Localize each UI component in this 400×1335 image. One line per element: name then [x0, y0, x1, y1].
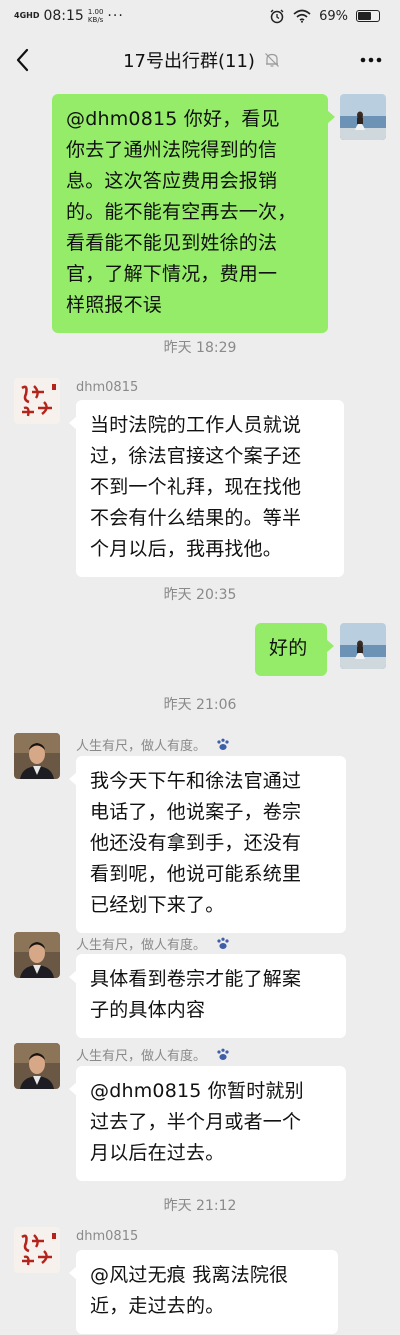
- chat-header: 17号出行群(11): [0, 32, 400, 88]
- sender-name: 人生有尺，做人有度。: [76, 938, 207, 953]
- calligraphy-avatar-icon[interactable]: [14, 378, 60, 424]
- paw-badge-icon: [217, 1048, 229, 1060]
- message-bubble-incoming[interactable]: 我今天下午和徐法官通过 电话了，他说案子，卷宗 他还没有拿到手，还没有 看到呢，…: [69, 756, 346, 933]
- message-bubble-incoming[interactable]: 当时法院的工作人员就说 过，徐法官接这个案子还 不到一个礼拜，现在找他 不会有什…: [69, 400, 344, 577]
- sender-name: dhm0815: [76, 1229, 139, 1244]
- message-line: 样照报不误: [66, 294, 163, 316]
- chat-title-wrap: 17号出行群(11): [0, 47, 400, 73]
- chat-title: 17号出行群(11): [123, 51, 255, 72]
- sender-name-row: 人生有尺，做人有度。: [76, 735, 230, 754]
- message-line: @风过无痕 我离法院很: [90, 1264, 289, 1286]
- sender-name: 人生有尺，做人有度。: [76, 739, 207, 754]
- message-line: 电话了，他说案子，卷宗: [90, 801, 302, 823]
- man-portrait-avatar-icon[interactable]: [14, 1043, 60, 1089]
- message-line: 你去了通州法院得到的信: [66, 139, 278, 161]
- message-bubble-incoming[interactable]: @dhm0815 你暂时就别 过去了，半个月或者一个 月以后在过去。: [69, 1066, 346, 1181]
- man-portrait-avatar-icon[interactable]: [14, 932, 60, 978]
- message-line: 近，走过去的。: [90, 1295, 225, 1317]
- message-line: 息。这次答应费用会报销: [66, 170, 278, 192]
- message-line: 当时法院的工作人员就说: [90, 414, 302, 436]
- message-bubble-incoming[interactable]: 具体看到卷宗才能了解案 子的具体内容: [69, 954, 346, 1038]
- message-line: 子的具体内容: [90, 999, 206, 1021]
- status-bar: 4GHD 08:15 1.00 KB/s ··· 69%: [0, 0, 400, 32]
- self-avatar-icon[interactable]: [340, 623, 386, 669]
- sender-name: 人生有尺，做人有度。: [76, 1049, 207, 1064]
- message-line: 具体看到卷宗才能了解案: [90, 968, 302, 990]
- battery-icon: [356, 10, 380, 22]
- calligraphy-avatar-icon[interactable]: [14, 1227, 60, 1273]
- message-line: 月以后在过去。: [90, 1142, 225, 1164]
- message-bubble-outgoing[interactable]: @dhm0815 你好，看见 你去了通州法院得到的信 息。这次答应费用会报销 的…: [52, 94, 335, 333]
- paw-badge-icon: [217, 738, 229, 750]
- alarm-icon: [270, 9, 284, 24]
- wifi-icon: [293, 9, 311, 23]
- network-speed: 1.00 KB/s: [88, 8, 104, 24]
- sender-name-row: 人生有尺，做人有度。: [76, 1045, 230, 1064]
- battery-percent: 69%: [319, 8, 348, 24]
- battery-fill: [358, 12, 372, 20]
- notification-dots: ···: [107, 8, 124, 24]
- sender-name-row: 人生有尺，做人有度。: [76, 934, 230, 953]
- message-line: 不到一个礼拜，现在找他: [90, 476, 302, 498]
- message-line: 个月以后，我再找他。: [90, 538, 283, 560]
- timestamp: 昨天 21:06: [163, 697, 237, 713]
- message-line: 看到呢，他说可能系统里: [90, 863, 302, 885]
- sender-name: dhm0815: [76, 380, 139, 395]
- paw-badge-icon: [217, 937, 229, 949]
- message-line: 过，徐法官接这个案子还: [90, 445, 302, 467]
- message-line: @dhm0815 你暂时就别: [90, 1080, 304, 1102]
- network-indicator: 4GHD: [14, 11, 40, 20]
- status-left: 4GHD 08:15 1.00 KB/s ···: [14, 8, 124, 24]
- message-line: 不会有什么结果的。等半: [90, 507, 302, 529]
- timestamp: 昨天 21:12: [163, 1198, 237, 1214]
- message-line: 我今天下午和徐法官通过: [90, 770, 302, 792]
- message-line: 已经划下来了。: [90, 894, 225, 916]
- status-time: 08:15: [43, 8, 84, 24]
- message-bubble-outgoing[interactable]: 好的: [255, 623, 334, 676]
- message-line: 过去了，半个月或者一个: [90, 1111, 302, 1133]
- status-right: 69%: [269, 8, 380, 24]
- timestamp: 昨天 18:29: [163, 340, 237, 356]
- message-bubble-incoming[interactable]: @风过无痕 我离法院很 近，走过去的。: [69, 1250, 338, 1334]
- message-line: 看看能不能见到姓徐的法: [66, 232, 278, 254]
- message-line: 好的: [269, 637, 308, 659]
- message-line: 的。能不能有空再去一次，: [66, 201, 297, 223]
- message-line: 他还没有拿到手，还没有: [90, 832, 302, 854]
- timestamp: 昨天 20:35: [163, 587, 237, 603]
- network-speed-value: 1.00: [87, 8, 104, 16]
- message-line: 官，了解下情况，费用一: [66, 263, 278, 285]
- network-speed-unit: KB/s: [87, 16, 104, 24]
- man-portrait-avatar-icon[interactable]: [14, 733, 60, 779]
- more-dots-icon[interactable]: [356, 46, 386, 74]
- bell-off-icon: [264, 53, 279, 67]
- self-avatar-icon[interactable]: [340, 94, 386, 140]
- message-line: @dhm0815 你好，看见: [66, 108, 280, 130]
